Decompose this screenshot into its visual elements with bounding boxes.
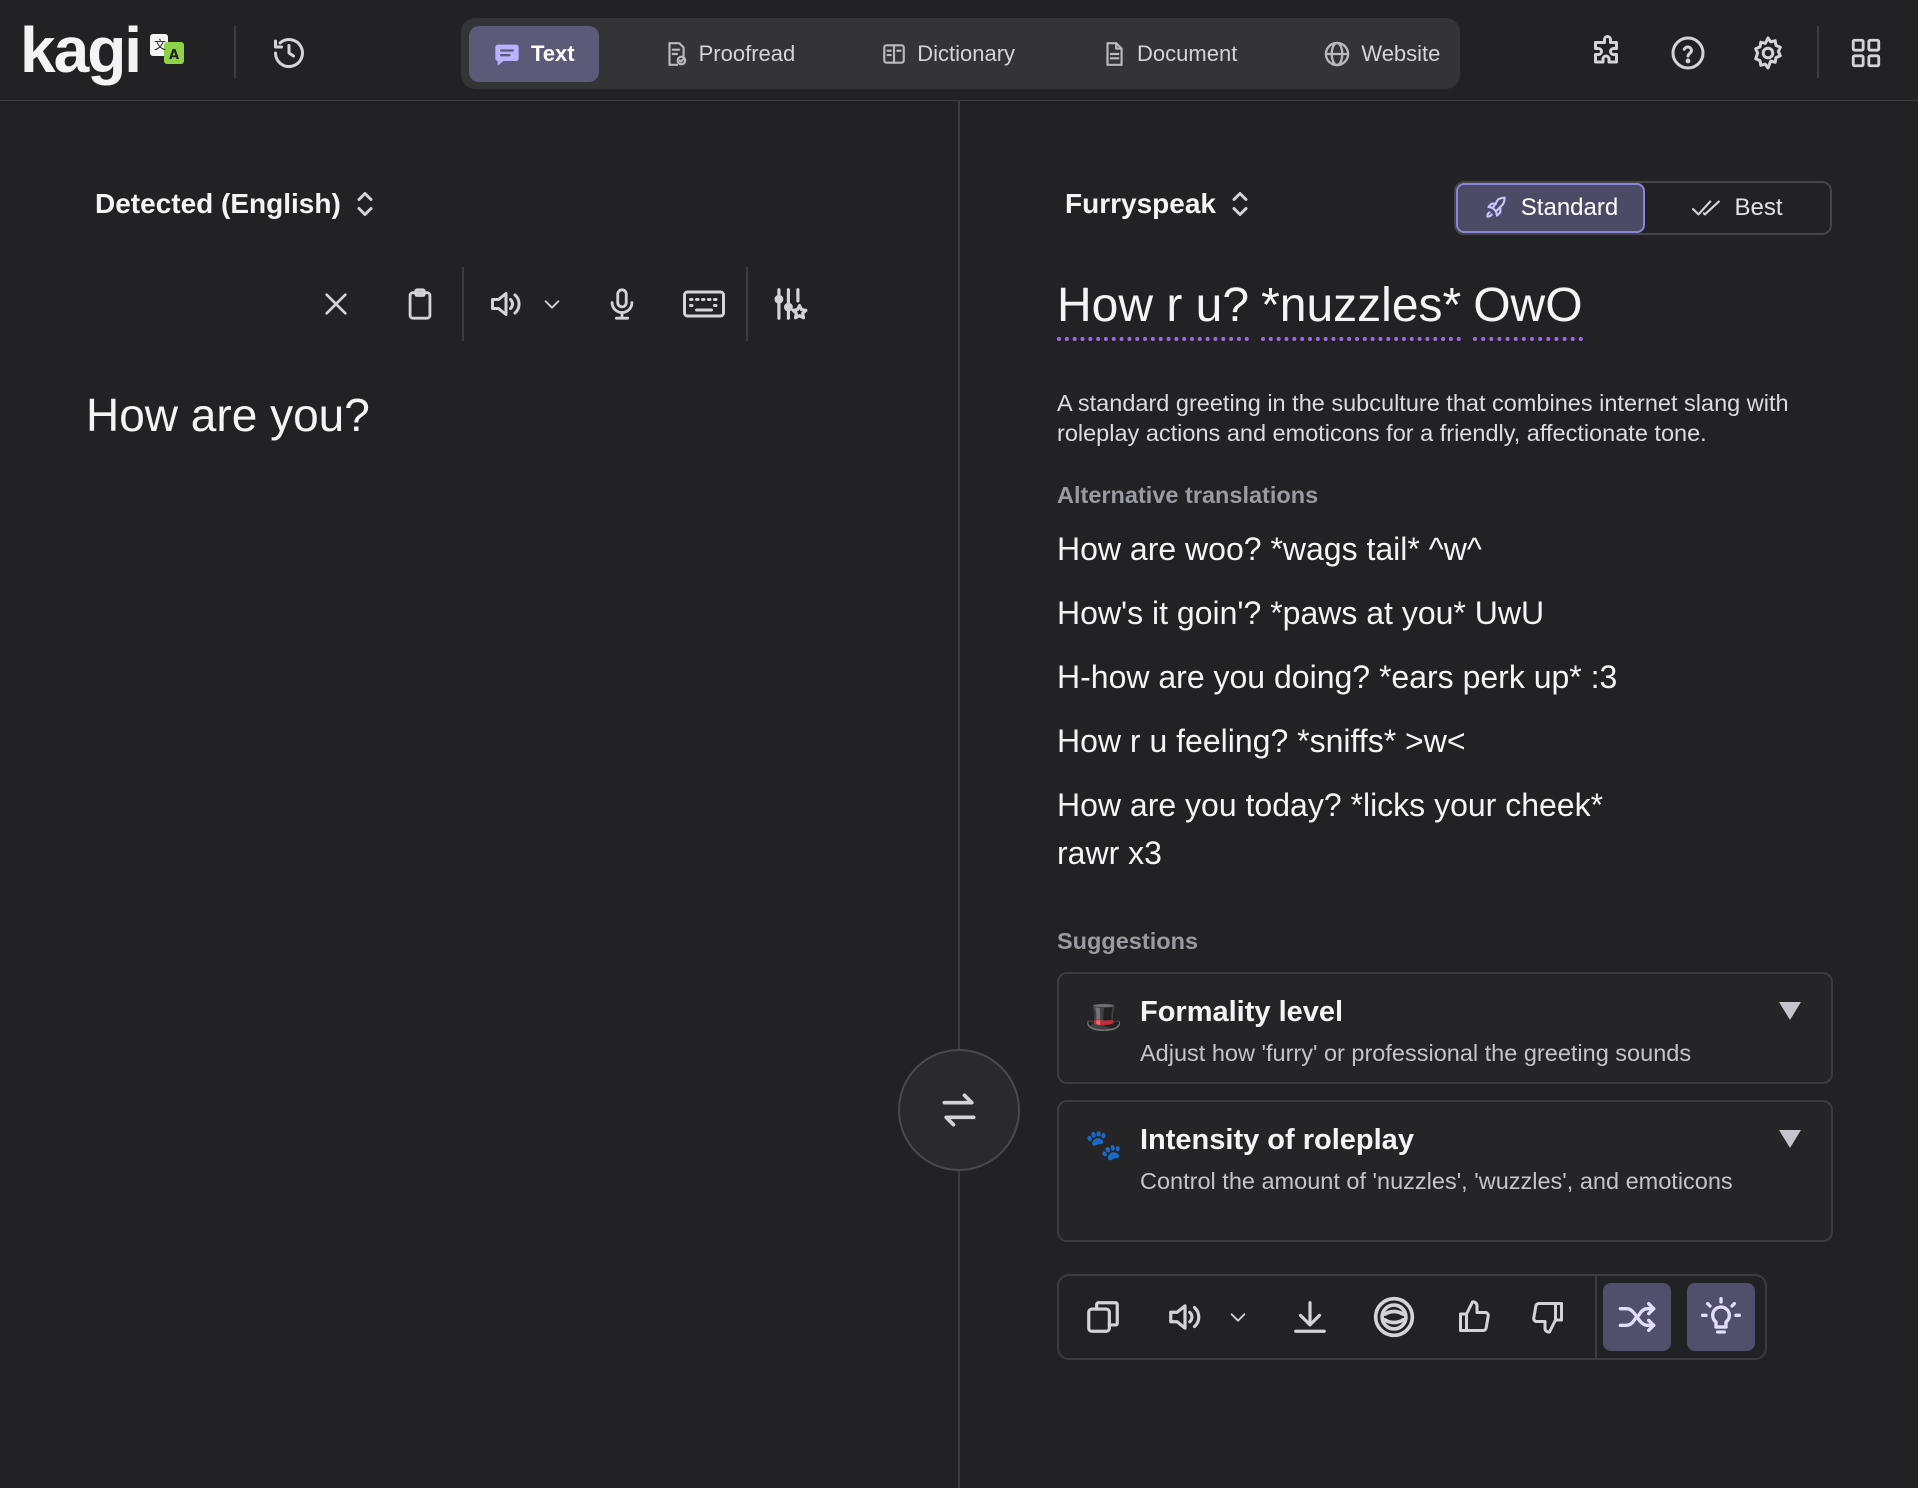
standard-label: Standard — [1520, 194, 1619, 221]
tab-proofread[interactable]: Proofread — [641, 26, 818, 82]
apps-grid-icon[interactable] — [1846, 33, 1886, 73]
translation-word[interactable]: How r u? — [1057, 279, 1250, 341]
standard-quality-button[interactable]: Standard — [1456, 183, 1645, 233]
keyboard-icon[interactable] — [678, 278, 730, 330]
swap-icon — [937, 1088, 981, 1132]
tab-label: Text — [531, 40, 575, 66]
tab-label: Dictionary — [917, 40, 1016, 66]
kagi-logo[interactable]: kagi 文 A — [20, 14, 188, 86]
header-divider — [1817, 26, 1819, 78]
tab-label: Document — [1137, 40, 1238, 66]
puzzle-icon[interactable] — [1589, 33, 1629, 73]
rocket-icon — [1483, 195, 1509, 221]
alternative-translation[interactable]: How r u feeling? *sniffs* >w< — [1057, 717, 1657, 765]
shuffle-icon[interactable] — [1603, 1283, 1672, 1351]
translation-word[interactable]: *nuzzles* — [1261, 279, 1462, 341]
tab-document[interactable]: Document — [1079, 26, 1259, 82]
paw-prints-icon: 🐾 — [1085, 1129, 1123, 1162]
swap-languages-button[interactable] — [898, 1049, 1020, 1171]
header-divider — [234, 26, 236, 78]
suggestions-heading: Suggestions — [1057, 928, 1199, 954]
lightbulb-icon[interactable] — [1687, 1283, 1755, 1351]
toolbar-divider — [1595, 1275, 1598, 1359]
suggestion-roleplay-intensity[interactable]: 🐾 Intensity of roleplay Control the amou… — [1057, 1100, 1833, 1242]
chevron-down-icon[interactable] — [1219, 1283, 1259, 1351]
copy-icon[interactable] — [1069, 1283, 1137, 1351]
chevron-updown-icon — [355, 189, 375, 219]
alternatives-list: How are woo? *wags tail* ^w^ How's it go… — [1057, 525, 1657, 893]
speaker-icon[interactable] — [480, 278, 532, 330]
document-icon — [1101, 41, 1127, 67]
tab-dictionary[interactable]: Dictionary — [859, 26, 1037, 82]
history-icon[interactable] — [270, 34, 308, 72]
alternative-translation[interactable]: H-how are you doing? *ears perk up* :3 — [1057, 653, 1657, 701]
translation-explanation: A standard greeting in the subculture th… — [1057, 390, 1789, 446]
suggestion-title: Formality level — [1140, 996, 1344, 1028]
globe-icon — [1323, 40, 1351, 68]
svg-text:A: A — [169, 48, 179, 63]
double-check-icon — [1692, 196, 1722, 220]
translation-word[interactable]: OwO — [1473, 279, 1583, 341]
source-text-input[interactable]: How are you? — [86, 388, 370, 442]
target-language-label: Furryspeak — [1065, 188, 1216, 219]
mode-tabs: Text Proofread Dictionary Document Websi… — [461, 18, 1460, 89]
clipboard-icon[interactable] — [394, 278, 446, 330]
thumbs-down-icon[interactable] — [1514, 1283, 1582, 1351]
toolbar-divider — [462, 267, 464, 341]
caret-down-icon[interactable] — [1779, 1002, 1801, 1020]
chevron-down-icon[interactable] — [532, 278, 572, 330]
alternatives-heading: Alternative translations — [1057, 482, 1319, 508]
tab-label: Proofread — [698, 40, 796, 66]
speaker-icon[interactable] — [1151, 1283, 1219, 1351]
top-hat-icon: 🎩 — [1085, 1001, 1123, 1034]
source-language-label: Detected (English) — [95, 188, 341, 219]
caret-down-icon[interactable] — [1779, 1130, 1801, 1148]
output-toolbar — [1057, 1274, 1767, 1360]
translation-output[interactable]: How r u? *nuzzles* OwO — [1057, 279, 1583, 341]
tab-text[interactable]: Text — [469, 25, 599, 82]
alternative-translation[interactable]: How's it goin'? *paws at you* UwU — [1057, 589, 1657, 637]
suggestion-title: Intensity of roleplay — [1140, 1124, 1414, 1156]
book-icon — [881, 41, 907, 67]
chevron-updown-icon — [1230, 189, 1250, 219]
best-quality-button[interactable]: Best — [1645, 183, 1830, 233]
pane-divider — [958, 101, 960, 1488]
source-toolbar — [310, 267, 816, 341]
settings-sliders-icon[interactable] — [764, 278, 816, 330]
clear-icon[interactable] — [310, 278, 362, 330]
alternative-translation[interactable]: How are you today? *licks your cheek* ra… — [1057, 781, 1657, 877]
gear-icon[interactable] — [1748, 33, 1788, 73]
translate-badge-icon: 文 A — [148, 28, 188, 68]
tab-label: Website — [1361, 40, 1441, 66]
proofread-icon — [663, 41, 689, 67]
suggestion-description: Adjust how 'furry' or professional the g… — [1140, 1040, 1692, 1066]
suggestion-description: Control the amount of 'nuzzles', 'wuzzle… — [1140, 1168, 1733, 1194]
microphone-icon[interactable] — [596, 278, 648, 330]
chat-bubble-icon — [493, 40, 521, 68]
thumbs-up-icon[interactable] — [1440, 1283, 1508, 1351]
best-label: Best — [1734, 194, 1783, 221]
help-icon[interactable] — [1668, 33, 1708, 73]
target-language-select[interactable]: Furryspeak — [1065, 188, 1250, 220]
toolbar-divider — [746, 267, 748, 341]
alternative-translation[interactable]: How are woo? *wags tail* ^w^ — [1057, 525, 1657, 573]
suggestion-formality[interactable]: 🎩 Formality level Adjust how 'furry' or … — [1057, 972, 1833, 1084]
quality-toggle: Standard Best — [1454, 181, 1832, 235]
tab-website[interactable]: Website — [1301, 26, 1462, 82]
logo-text: kagi — [20, 14, 142, 86]
download-icon[interactable] — [1276, 1283, 1344, 1351]
source-language-select[interactable]: Detected (English) — [95, 188, 375, 220]
kagi-assistant-icon[interactable] — [1360, 1283, 1428, 1351]
app-header: kagi 文 A Text Proofread Dictionary Docum… — [0, 0, 1918, 101]
svg-text:文: 文 — [154, 37, 166, 52]
